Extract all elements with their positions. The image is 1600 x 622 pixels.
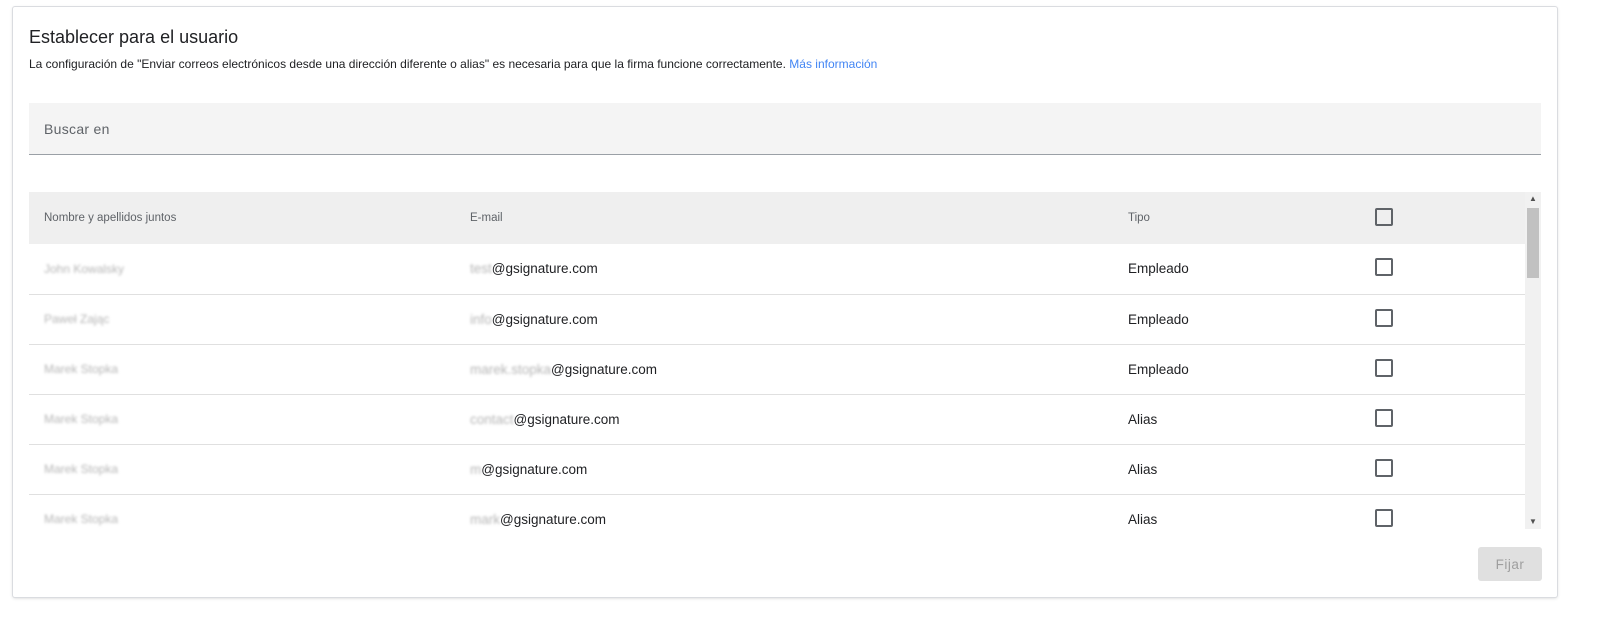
column-header-email: E-mail [470, 212, 503, 224]
dialog-title: Establecer para el usuario [29, 27, 239, 47]
row-name-cell: Marek Stopka [29, 344, 455, 394]
set-for-user-dialog: Establecer para el usuario La configurac… [13, 7, 1557, 597]
table-scrollbar[interactable]: ▲ ▼ [1525, 192, 1541, 529]
row-name-cell: Paweł Zając [29, 294, 455, 344]
search-field[interactable] [29, 103, 1541, 155]
select-all-checkbox[interactable] [1375, 207, 1393, 226]
row-select-cell [1360, 244, 1525, 294]
row-select-cell [1360, 294, 1525, 344]
row-name: Marek Stopka [44, 512, 119, 526]
row-email-domain: @gsignature.com [500, 511, 607, 527]
select-all-cell [1360, 192, 1525, 244]
row-checkbox[interactable] [1375, 408, 1393, 427]
row-email-local: m [470, 461, 482, 477]
row-name: Paweł Zając [44, 312, 110, 326]
row-email-cell: m@gsignature.com [455, 444, 1113, 494]
dialog-subtitle: La configuración de "Enviar correos elec… [29, 57, 877, 71]
row-email-local: marek.stopka [470, 361, 552, 377]
users-table: Nombre y apellidos juntos E-mail Tipo Jo… [29, 192, 1525, 529]
row-select-cell [1360, 344, 1525, 394]
table-row[interactable]: Marek Stopka mark@gsignature.com Alias [29, 494, 1525, 529]
row-select-cell [1360, 444, 1525, 494]
row-type-cell: Empleado [1128, 261, 1189, 277]
table-row[interactable]: Marek Stopka m@gsignature.com Alias [29, 444, 1525, 494]
column-header-name: Nombre y apellidos juntos [44, 212, 177, 224]
row-email-local: info [470, 311, 492, 327]
row-checkbox[interactable] [1375, 308, 1393, 327]
row-email-cell: info@gsignature.com [455, 294, 1113, 344]
row-name-cell: Marek Stopka [29, 494, 455, 529]
users-table-container: Nombre y apellidos juntos E-mail Tipo Jo… [29, 192, 1541, 529]
row-type-cell: Alias [1128, 461, 1158, 477]
row-email-domain: @gsignature.com [491, 311, 598, 327]
row-email-local: mark [470, 511, 500, 527]
row-name: John Kowalsky [44, 261, 125, 276]
row-email-domain: @gsignature.com [491, 261, 598, 277]
scroll-up-icon[interactable]: ▲ [1525, 192, 1541, 206]
row-name: Marek Stopka [44, 412, 119, 426]
scroll-down-icon[interactable]: ▼ [1525, 515, 1541, 529]
row-select-cell [1360, 494, 1525, 529]
row-email-domain: @gsignature.com [481, 461, 588, 477]
row-select-cell [1360, 394, 1525, 444]
row-type-cell: Empleado [1128, 361, 1189, 377]
row-name: Marek Stopka [44, 462, 119, 476]
row-name-cell: Marek Stopka [29, 444, 455, 494]
column-header-type: Tipo [1128, 212, 1150, 224]
row-name-cell: John Kowalsky [29, 244, 455, 294]
row-email-domain: @gsignature.com [551, 361, 658, 377]
row-email-cell: contact@gsignature.com [455, 394, 1113, 444]
row-checkbox[interactable] [1375, 458, 1393, 477]
table-row[interactable]: Marek Stopka contact@gsignature.com Alias [29, 394, 1525, 444]
row-checkbox[interactable] [1375, 508, 1393, 527]
row-email-domain: @gsignature.com [513, 411, 620, 427]
row-email-cell: marek.stopka@gsignature.com [455, 344, 1113, 394]
search-input[interactable] [29, 103, 1541, 154]
more-info-link[interactable]: Más información [789, 57, 877, 71]
row-name-cell: Marek Stopka [29, 394, 455, 444]
table-row[interactable]: Paweł Zając info@gsignature.com Empleado [29, 294, 1525, 344]
apply-button[interactable]: Fijar [1478, 547, 1542, 581]
row-checkbox[interactable] [1375, 358, 1393, 377]
subtitle-text: La configuración de "Enviar correos elec… [29, 57, 786, 71]
row-type-cell: Alias [1128, 511, 1158, 527]
row-email-cell: mark@gsignature.com [455, 494, 1113, 529]
table-header-row: Nombre y apellidos juntos E-mail Tipo [29, 192, 1525, 244]
row-email-cell: test@gsignature.com [455, 244, 1113, 294]
row-checkbox[interactable] [1375, 258, 1393, 277]
row-type-cell: Empleado [1128, 311, 1189, 327]
row-type-cell: Alias [1128, 411, 1158, 427]
scrollbar-thumb[interactable] [1527, 208, 1539, 278]
row-name: Marek Stopka [44, 362, 119, 376]
row-email-local: contact [470, 411, 514, 427]
row-email-local: test [470, 261, 492, 277]
table-row[interactable]: Marek Stopka marek.stopka@gsignature.com E… [29, 344, 1525, 394]
table-row[interactable]: John Kowalsky test@gsignature.com Empleado [29, 244, 1525, 294]
